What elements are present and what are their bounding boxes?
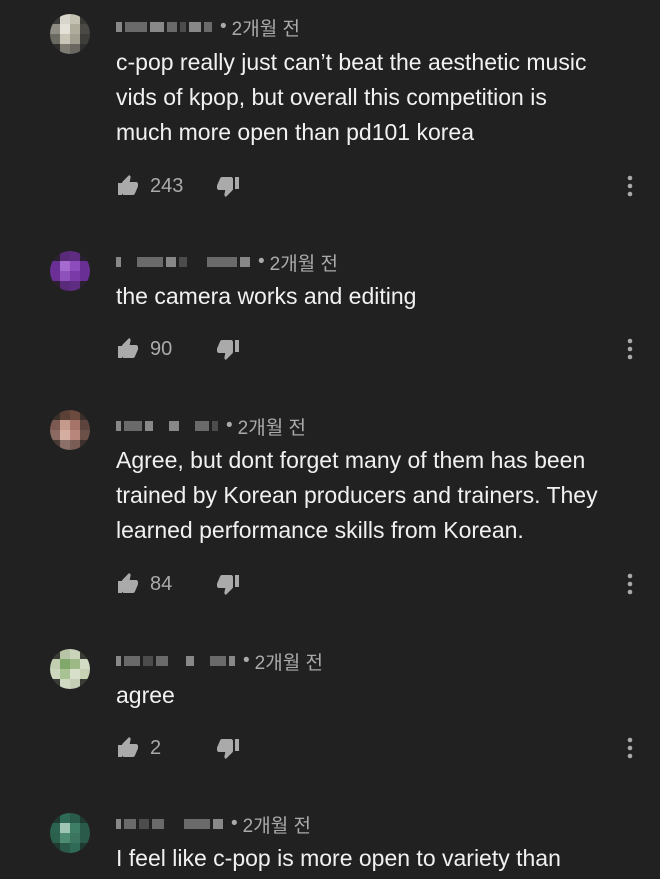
more-options-button[interactable]: [620, 334, 640, 364]
more-options-button[interactable]: [620, 733, 640, 763]
comment-text: agree: [116, 682, 175, 708]
thumb-up-icon: [118, 737, 138, 757]
comment-text: Agree, but dont forget many of them has …: [116, 447, 598, 543]
comment-actions: 2: [116, 733, 240, 763]
comment-time: 2개월 전: [237, 417, 306, 439]
author-name-redacted[interactable]: [116, 421, 218, 431]
more-options-button[interactable]: [620, 171, 640, 201]
dislike-button[interactable]: [216, 736, 240, 760]
like-button[interactable]: [116, 337, 140, 361]
separator-dot: •: [243, 650, 250, 671]
thumb-down-icon: [217, 575, 239, 595]
avatar[interactable]: [50, 410, 90, 450]
separator-dot: •: [226, 415, 233, 436]
author-name-redacted[interactable]: [116, 257, 250, 267]
dislike-button[interactable]: [216, 174, 240, 198]
avatar[interactable]: [50, 649, 90, 689]
separator-dot: •: [258, 251, 265, 272]
separator-dot: •: [231, 813, 238, 834]
like-count: 243: [150, 174, 184, 197]
author-name-redacted[interactable]: [116, 656, 235, 666]
comment-actions: 84: [116, 569, 240, 599]
comment-time: 2개월 전: [242, 815, 311, 837]
more-vertical-icon: [627, 175, 633, 197]
comment-time: 2개월 전: [269, 253, 338, 275]
more-vertical-icon: [627, 338, 633, 360]
like-button[interactable]: [116, 174, 140, 198]
dislike-button[interactable]: [216, 572, 240, 596]
separator-dot: •: [220, 16, 227, 37]
comment-actions: 90: [116, 334, 240, 364]
more-options-button[interactable]: [620, 569, 640, 599]
author-name-redacted[interactable]: [116, 819, 223, 829]
more-vertical-icon: [627, 573, 633, 595]
thumb-down-icon: [217, 177, 239, 197]
like-count: 84: [150, 572, 173, 595]
like-count: 90: [150, 337, 173, 360]
thumb-down-icon: [217, 340, 239, 360]
dislike-button[interactable]: [216, 337, 240, 361]
avatar[interactable]: [50, 813, 90, 853]
avatar[interactable]: [50, 14, 90, 54]
comment-text: the camera works and editing: [116, 283, 417, 309]
thumb-up-icon: [118, 175, 138, 195]
like-button[interactable]: [116, 736, 140, 760]
thumb-up-icon: [118, 573, 138, 593]
comment-header: • 2개월 전: [116, 14, 300, 40]
comment-header: • 2개월 전: [116, 648, 323, 674]
more-vertical-icon: [627, 737, 633, 759]
comment-time: 2개월 전: [231, 18, 300, 40]
comment-header: • 2개월 전: [116, 413, 306, 439]
avatar[interactable]: [50, 251, 90, 291]
comment-header: • 2개월 전: [116, 249, 338, 275]
comment-time: 2개월 전: [254, 652, 323, 674]
comment-text: c-pop really just can’t beat the aesthet…: [116, 49, 587, 145]
comment-header: • 2개월 전: [116, 811, 311, 837]
comment-text: I feel like c-pop is more open to variet…: [116, 845, 561, 871]
like-button[interactable]: [116, 572, 140, 596]
comment-actions: 243: [116, 171, 240, 201]
thumb-up-icon: [118, 338, 138, 358]
author-name-redacted[interactable]: [116, 22, 212, 32]
like-count: 2: [150, 736, 162, 759]
thumb-down-icon: [217, 739, 239, 759]
